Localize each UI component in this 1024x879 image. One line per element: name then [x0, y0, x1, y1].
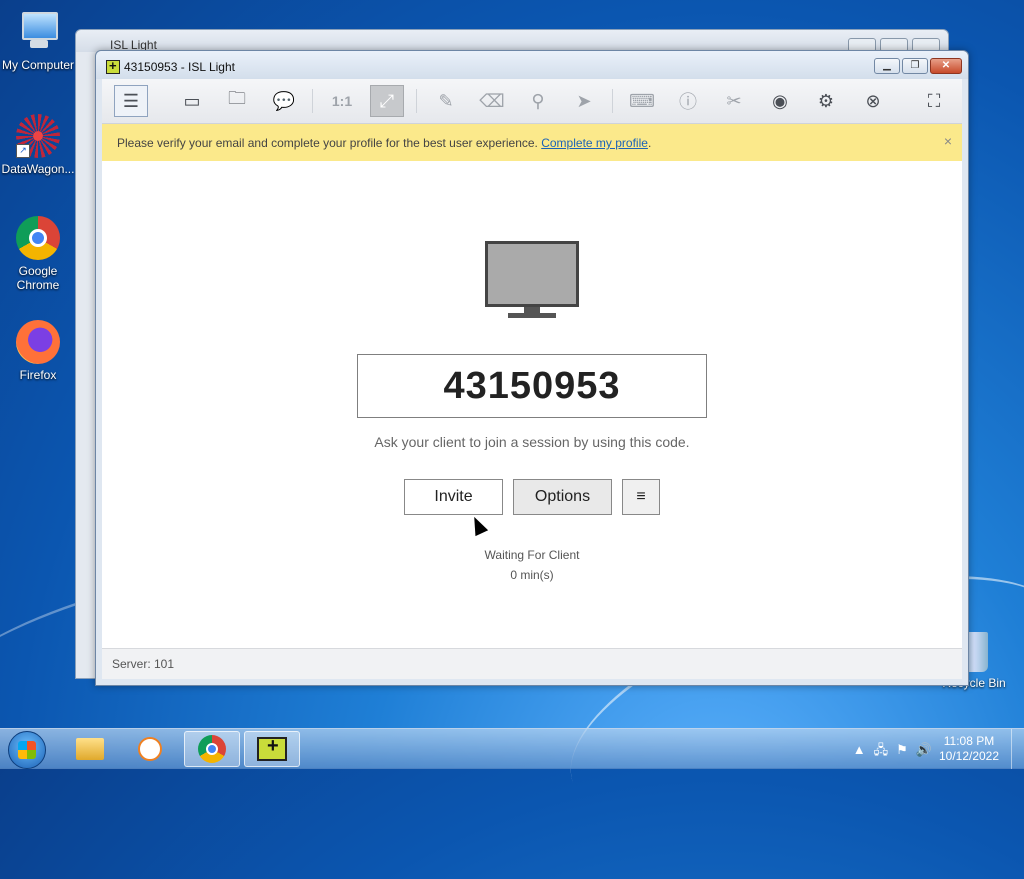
pin-button[interactable]: ⚲ [521, 85, 555, 117]
desktop-icon-label: My Computer [1, 58, 75, 72]
fullscreen-icon: ⛶ [927, 90, 941, 111]
invite-button[interactable]: Invite [404, 479, 503, 515]
clock-time: 11:08 PM [943, 734, 995, 748]
pointer-button[interactable]: ➤ [567, 85, 601, 117]
taskbar-media-player[interactable] [122, 731, 178, 767]
pencil-icon: ✎ [438, 90, 454, 111]
isl-app-icon [257, 735, 287, 761]
clock-date: 10/12/2022 [938, 749, 1000, 763]
banner-text: Please verify your email and complete yo… [117, 136, 542, 150]
window-title: 43150953 - ISL Light [124, 60, 235, 74]
close-icon: ✕ [941, 60, 951, 71]
fit-screen-button[interactable]: ⤢ [370, 85, 404, 117]
chrome-icon [16, 216, 60, 260]
session-code: 43150953 [357, 354, 707, 418]
show-hidden-icons-icon[interactable]: ▲ [853, 742, 874, 757]
folder-icon: 🗀 [228, 88, 246, 108]
window-titlebar[interactable]: 43150953 - ISL Light ▁ ❐ ✕ [96, 51, 968, 79]
menu-list-button[interactable]: ☰ [114, 85, 148, 117]
firefox-icon [16, 320, 60, 364]
desktop-icon-label: Firefox [19, 368, 57, 382]
eraser-icon: ⌫ [479, 90, 505, 111]
banner-close-button[interactable]: × [944, 133, 952, 149]
info-icon: ⓘ [679, 92, 697, 112]
desktop-icon-my-computer[interactable]: My Computer [0, 10, 76, 72]
desktop-icon-label: Google Chrome [16, 264, 60, 292]
desktop-icon-google-chrome[interactable]: Google Chrome [0, 216, 76, 292]
erase-button[interactable]: ⌫ [475, 85, 509, 117]
pointer-icon: ➤ [576, 90, 592, 111]
banner-suffix: . [647, 136, 652, 150]
network-icon[interactable]: 🖧 [874, 742, 897, 757]
server-label: Server: 101 [112, 657, 175, 671]
minimize-button[interactable]: ▁ [874, 58, 900, 74]
datawagon-icon: ↗ [16, 114, 60, 158]
window-client-area: ☰ ▭ 🗀 💬 1:1 ⤢ ✎ ⌫ ⚲ ➤ ⌨ ⓘ ✂ ◉ ⚙ ⊗ ⛶ Plea… [102, 79, 962, 679]
pin-icon: ⚲ [531, 90, 545, 111]
chat-button[interactable]: 💬 [267, 85, 301, 117]
monitor-icon [485, 241, 579, 321]
file-transfer-button[interactable]: 🗀 [220, 85, 254, 117]
chat-icon: 💬 [272, 90, 296, 111]
banner-message: Please verify your email and complete yo… [117, 136, 651, 150]
toolbar-separator [612, 89, 613, 113]
fit-screen-icon: ⤢ [379, 90, 395, 111]
desktop-icon-firefox[interactable]: Firefox [0, 320, 76, 382]
fullscreen-button[interactable]: ⛶ [917, 85, 951, 117]
clock[interactable]: 11:08 PM 10/12/2022 [934, 734, 1004, 764]
gear-icon: ⚙ [817, 90, 835, 111]
session-status: Waiting For Client [484, 548, 580, 562]
menu-list-icon: ☰ [122, 90, 140, 111]
maximize-button[interactable]: ❐ [902, 58, 928, 74]
screen-button[interactable]: ▭ [175, 85, 209, 117]
close-button[interactable]: ✕ [930, 58, 962, 74]
background-window-titlebar[interactable]: ISL Light [76, 30, 948, 52]
taskbar-explorer[interactable] [62, 731, 118, 767]
tools-icon: ✂ [726, 90, 742, 111]
more-menu-button[interactable]: ≡ [622, 479, 660, 515]
settings-button[interactable]: ⚙ [809, 85, 843, 117]
disconnect-icon: ⊗ [865, 90, 881, 111]
toolbar-separator [416, 89, 417, 113]
taskbar-isl-light[interactable] [244, 731, 300, 767]
status-footer: Server: 101 [102, 648, 962, 679]
one-to-one-label: 1:1 [331, 93, 353, 109]
desktop-icon-datawagon[interactable]: ↗ DataWagon... [0, 114, 76, 176]
taskbar-chrome[interactable] [184, 731, 240, 767]
minimize-icon: ▁ [883, 60, 891, 71]
tools-button[interactable]: ✂ [717, 85, 751, 117]
session-elapsed: 0 min(s) [510, 568, 554, 582]
keyboard-icon: ⌨ [629, 90, 655, 111]
isl-app-icon [106, 58, 120, 74]
toolbar-separator [312, 89, 313, 113]
draw-button[interactable]: ✎ [429, 85, 463, 117]
record-icon: ◉ [772, 90, 788, 111]
options-button[interactable]: Options [513, 479, 612, 515]
verify-email-banner: Please verify your email and complete yo… [102, 124, 962, 161]
record-button[interactable]: ◉ [763, 85, 797, 117]
restore-icon: ❐ [910, 60, 920, 71]
keyboard-button[interactable]: ⌨ [625, 85, 659, 117]
monitor-icon: ▭ [183, 90, 201, 111]
start-button[interactable] [8, 731, 46, 769]
session-hint: Ask your client to join a session by usi… [374, 434, 690, 450]
folder-icon [76, 738, 104, 760]
disconnect-button[interactable]: ⊗ [856, 85, 890, 117]
isl-light-window: 43150953 - ISL Light ▁ ❐ ✕ ☰ ▭ 🗀 💬 1:1 ⤢… [95, 50, 969, 686]
desktop-icon-label: DataWagon... [1, 162, 75, 176]
system-tray[interactable]: ▲🖧⚑🔊 [853, 741, 940, 763]
toolbar: ☰ ▭ 🗀 💬 1:1 ⤢ ✎ ⌫ ⚲ ➤ ⌨ ⓘ ✂ ◉ ⚙ ⊗ ⛶ [102, 79, 962, 124]
one-to-one-button[interactable]: 1:1 [325, 85, 359, 117]
mouse-cursor-icon [467, 513, 489, 537]
info-button[interactable]: ⓘ [671, 85, 705, 117]
computer-icon [16, 10, 60, 54]
complete-profile-link[interactable]: Complete my profile [541, 136, 648, 150]
show-desktop-button[interactable] [1011, 729, 1024, 769]
chrome-icon [198, 735, 226, 763]
taskbar: ▲🖧⚑🔊 11:08 PM 10/12/2022 [0, 728, 1024, 769]
action-center-icon[interactable]: ⚑ [896, 742, 916, 757]
media-player-icon [138, 737, 162, 761]
